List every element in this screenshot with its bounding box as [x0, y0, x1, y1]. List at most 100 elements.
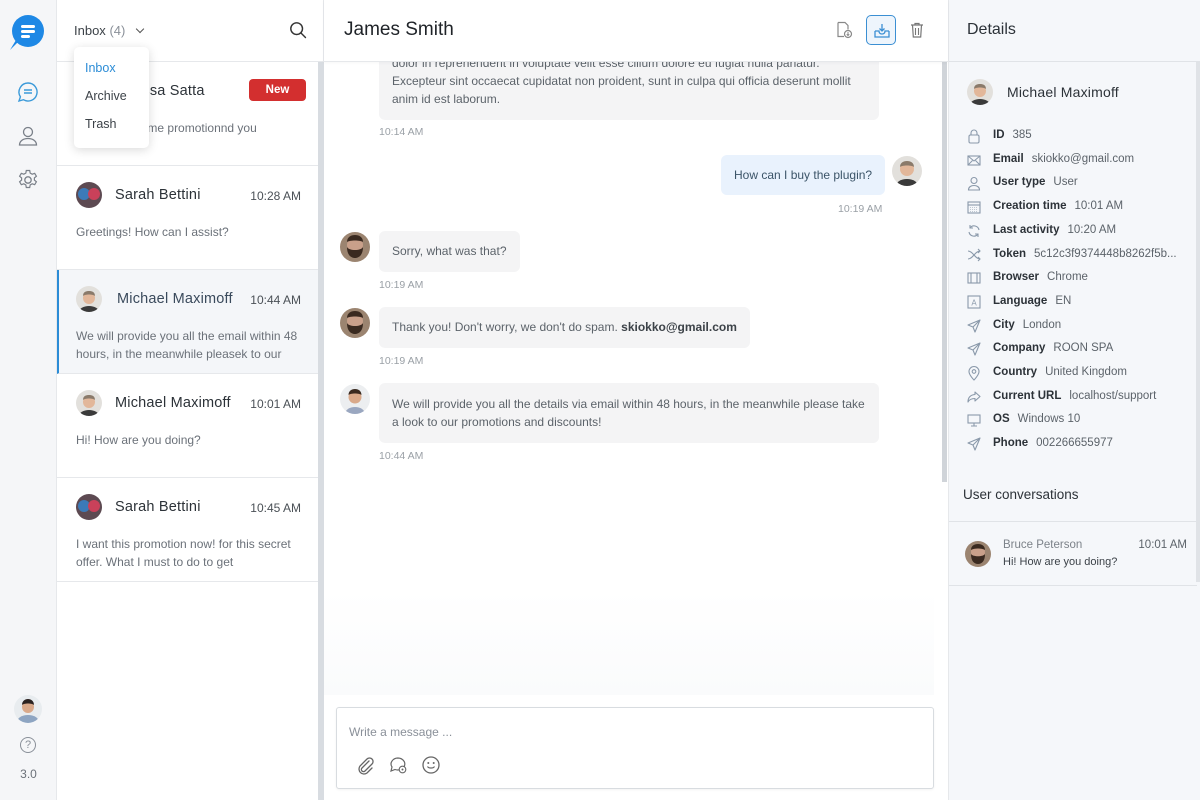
- message-line: Excepteur sint occaecat cupidatat non pr…: [392, 74, 851, 88]
- message-time: 10:44 AM: [379, 450, 424, 462]
- conversation-preview: Hi! How are you doing?: [76, 433, 201, 447]
- language-icon: A: [967, 295, 981, 309]
- transcript-button[interactable]: [829, 15, 859, 45]
- conversation-item-active[interactable]: Michael Maximoff 10:44 AM We will provid…: [57, 270, 318, 374]
- message-bubble-user: How can I buy the plugin?: [721, 155, 886, 195]
- message-input[interactable]: [349, 725, 909, 739]
- user-icon[interactable]: [16, 124, 40, 148]
- user-conversation-name: Bruce Peterson: [1003, 539, 1083, 551]
- detail-row-creation-time: Creation time 10:01 AM: [966, 200, 1124, 214]
- message-text: Thank you! Don't worry, we don't do spam…: [392, 320, 622, 334]
- detail-label: Token: [993, 247, 1027, 260]
- app-logo-icon[interactable]: [12, 15, 44, 47]
- message-time: 10:19 AM: [379, 355, 424, 367]
- details-header: Details: [949, 0, 1200, 62]
- conversation-name: Michael Maximoff: [117, 291, 233, 307]
- conversation-time: 10:28 AM: [250, 189, 301, 203]
- location-icon: [968, 366, 980, 381]
- profile-avatar: [967, 79, 993, 105]
- conversation-name: Sarah Bettini: [115, 187, 201, 203]
- detail-label: User type: [993, 176, 1046, 189]
- agent-avatar: [340, 384, 370, 414]
- details-panel: Details Michael Maximoff ID 385 Email skiok…: [948, 0, 1200, 800]
- gear-icon[interactable]: [16, 168, 40, 192]
- detail-label: OS: [993, 413, 1010, 426]
- new-badge: New: [249, 79, 306, 101]
- user-conversation-message: Hi! How are you doing?: [1003, 556, 1118, 568]
- conversation-item[interactable]: Sarah Bettini 10:28 AM Greetings! How ca…: [57, 166, 318, 270]
- detail-label: Language: [993, 294, 1048, 307]
- detail-row-last-activity: Last activity 10:20 AM: [966, 223, 1117, 237]
- detail-label: Phone: [993, 437, 1029, 450]
- avatar: [965, 541, 991, 567]
- avatar: [76, 286, 102, 312]
- detail-label: Company: [993, 342, 1046, 355]
- chat-icon[interactable]: [16, 80, 40, 104]
- detail-value: 10:01 AM: [1074, 200, 1124, 213]
- detail-value: 10:20 AM: [1067, 223, 1117, 236]
- detail-row-language: A Language EN: [966, 294, 1071, 309]
- detail-value: Windows 10: [1017, 413, 1081, 426]
- detail-value: United Kingdom: [1045, 366, 1127, 378]
- details-scrollbar[interactable]: [1196, 62, 1200, 582]
- detail-label: ID: [993, 129, 1005, 141]
- attachment-icon[interactable]: [355, 755, 375, 775]
- emoji-icon[interactable]: [421, 755, 441, 775]
- agent-avatar: [340, 232, 370, 262]
- detail-value: User: [1053, 176, 1078, 189]
- user-conversation-item[interactable]: Bruce Peterson 10:01 AM Hi! How are you …: [949, 521, 1197, 586]
- detail-label: Email: [993, 152, 1024, 165]
- details-title: Details: [967, 21, 1016, 38]
- detail-label: Last activity: [993, 223, 1060, 236]
- saved-replies-icon[interactable]: [388, 755, 408, 775]
- conversation-time: 10:44 AM: [250, 293, 301, 307]
- detail-row-token: Token 5c12c3f9374448b8262f5b...: [966, 247, 1177, 261]
- conversation-preview: We will provide you all the email within…: [76, 329, 298, 361]
- transcript-icon: [837, 21, 853, 39]
- shuffle-icon: [967, 248, 981, 261]
- archive-button[interactable]: [866, 15, 896, 45]
- message-bubble: We will provide you all the details via …: [379, 383, 879, 443]
- detail-row-current-url: Current URL localhost/support: [966, 389, 1156, 403]
- detail-value: London: [1022, 318, 1062, 331]
- trash-icon: [911, 22, 923, 38]
- chevron-down-icon: [135, 24, 145, 34]
- dropdown-item-inbox[interactable]: Inbox: [85, 61, 116, 75]
- dropdown-item-trash[interactable]: Trash: [85, 117, 117, 131]
- folder-selector[interactable]: Inbox (4): [74, 23, 145, 38]
- refresh-icon: [968, 224, 980, 237]
- dropdown-item-archive[interactable]: Archive: [85, 89, 127, 103]
- folder-dropdown-menu: Inbox Archive Trash: [74, 47, 149, 148]
- conversation-time: 10:45 AM: [250, 501, 301, 515]
- detail-value: 5c12c3f9374448b8262f5b...: [1034, 247, 1177, 260]
- search-icon[interactable]: [289, 21, 307, 39]
- archive-icon: [874, 24, 890, 38]
- avatar: [76, 182, 102, 208]
- user-icon: [967, 177, 981, 191]
- send-icon: [967, 342, 981, 356]
- chat-header: James Smith: [324, 0, 948, 62]
- detail-label: Current URL: [993, 389, 1062, 402]
- chat-bottom-fade: [324, 590, 934, 695]
- detail-row-browser: Browser Chrome: [966, 271, 1088, 284]
- svg-text:A: A: [971, 298, 977, 307]
- avatar: [76, 494, 102, 520]
- help-icon[interactable]: ?: [20, 737, 36, 753]
- share-icon: [967, 391, 981, 403]
- conversation-item[interactable]: Sarah Bettini 10:45 AM I want this promo…: [57, 478, 318, 582]
- conversation-item[interactable]: Michael Maximoff 10:01 AM Hi! How are yo…: [57, 374, 318, 478]
- avatar: [76, 390, 102, 416]
- message-email[interactable]: skiokko@gmail.com: [621, 320, 737, 334]
- delete-button[interactable]: [902, 15, 932, 45]
- conversation-preview: I want this promotion now! for this secr…: [76, 537, 291, 569]
- detail-row-company: Company ROON SPA: [966, 342, 1113, 356]
- detail-value: Chrome: [1047, 271, 1088, 284]
- chat-panel: James Smith dolor in reprehenderit in vo…: [324, 0, 948, 800]
- detail-row-id: ID 385: [966, 129, 1032, 144]
- detail-value: 385: [1012, 129, 1032, 141]
- detail-value: skiokko@gmail.com: [1031, 152, 1135, 165]
- message-bubble: Sorry, what was that?: [379, 231, 520, 272]
- chat-scrollbar[interactable]: [942, 62, 947, 482]
- agent-avatar[interactable]: [14, 695, 42, 723]
- folder-label: Inbox: [74, 23, 106, 38]
